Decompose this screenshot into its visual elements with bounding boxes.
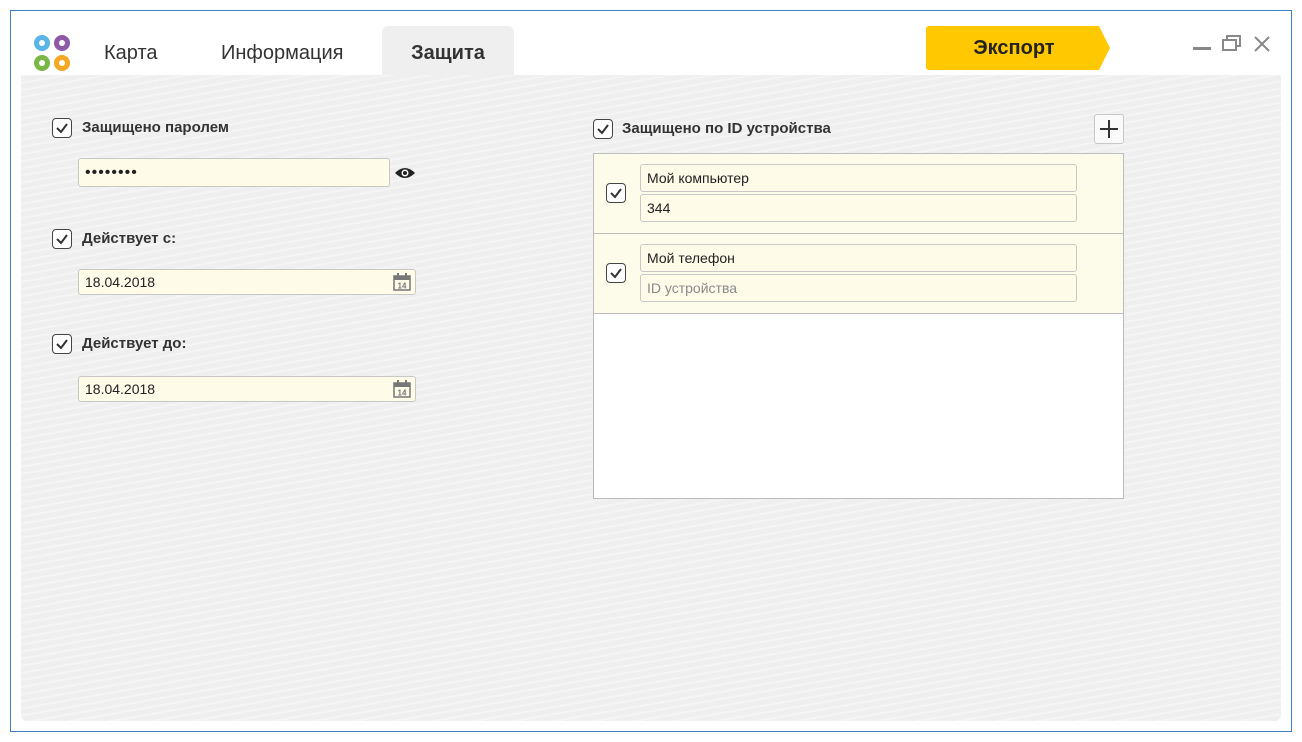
eye-icon[interactable]: [394, 166, 416, 180]
valid-to-label: Действует до:: [82, 335, 187, 352]
tab-info[interactable]: Информация: [193, 26, 371, 76]
minimize-icon[interactable]: [1191, 33, 1213, 55]
checkmark-icon: [610, 268, 622, 279]
checkmark-icon: [56, 339, 68, 350]
tab-map[interactable]: Карта: [76, 26, 186, 76]
valid-from-date-input[interactable]: [78, 269, 416, 295]
valid-to-date-input[interactable]: [78, 376, 416, 402]
protection-panel: Защищено паролем Действует с: 14 Действу…: [21, 75, 1281, 721]
device-checkbox[interactable]: [606, 263, 626, 283]
device-id-label: Защищено по ID устройства: [622, 120, 831, 137]
device-id-checkbox[interactable]: [593, 119, 613, 139]
device-name-input[interactable]: [640, 164, 1077, 192]
device-list: [593, 153, 1124, 499]
device-id-input[interactable]: [640, 274, 1077, 302]
device-name-input[interactable]: [640, 244, 1077, 272]
add-device-button[interactable]: [1094, 114, 1124, 144]
calendar-day: 14: [398, 389, 407, 398]
checkmark-icon: [56, 234, 68, 245]
restore-icon[interactable]: [1221, 33, 1243, 55]
device-id-input[interactable]: [640, 194, 1077, 222]
password-label: Защищено паролем: [82, 119, 229, 136]
password-checkbox[interactable]: [52, 118, 72, 138]
password-input[interactable]: [78, 158, 390, 187]
export-button-label: Экспорт: [973, 36, 1055, 59]
close-icon[interactable]: [1251, 33, 1273, 55]
app-logo-icon: [34, 35, 70, 71]
device-row: [594, 234, 1123, 314]
device-row: [594, 154, 1123, 234]
calendar-day: 14: [398, 282, 407, 291]
valid-from-checkbox[interactable]: [52, 229, 72, 249]
device-checkbox[interactable]: [606, 183, 626, 203]
checkmark-icon: [597, 124, 609, 135]
export-button[interactable]: Экспорт: [926, 26, 1110, 70]
valid-from-label: Действует с:: [82, 230, 177, 247]
plus-icon: [1100, 120, 1118, 138]
checkmark-icon: [56, 123, 68, 134]
app-window: Карта Информация Защита Экспорт Защищено…: [10, 10, 1292, 732]
calendar-icon[interactable]: 14: [392, 272, 412, 292]
valid-to-checkbox[interactable]: [52, 334, 72, 354]
tab-protection[interactable]: Защита: [382, 26, 514, 76]
checkmark-icon: [610, 188, 622, 199]
calendar-icon[interactable]: 14: [392, 379, 412, 399]
